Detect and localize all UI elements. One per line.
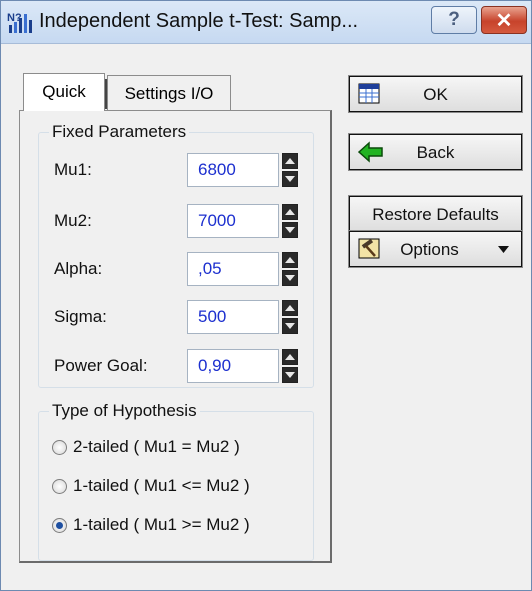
close-icon: ✕	[495, 9, 513, 32]
sigma-spinner[interactable]	[282, 300, 298, 334]
spin-down-icon[interactable]	[282, 222, 298, 238]
power-goal-spinner[interactable]	[282, 349, 298, 383]
restore-defaults-button[interactable]: Restore Defaults	[348, 195, 523, 233]
radio-two-tailed-label: 2-tailed ( Mu1 = Mu2 )	[73, 437, 240, 456]
title-bar[interactable]: N? Independent Sample t-Test: Samp... ? …	[1, 1, 531, 44]
help-icon: ?	[448, 9, 460, 30]
window-title: Independent Sample t-Test: Samp...	[39, 10, 359, 32]
tab-settings-io-label: Settings I/O	[124, 84, 214, 103]
radio-button[interactable]	[52, 439, 67, 455]
radio-two-tailed[interactable]: 2-tailed ( Mu1 = Mu2 )	[52, 436, 240, 458]
power-goal-label: Power Goal:	[54, 356, 148, 375]
spin-up-icon[interactable]	[282, 349, 298, 365]
alpha-label: Alpha:	[54, 259, 103, 278]
ok-button[interactable]: OK	[348, 75, 523, 113]
tab-quick[interactable]: Quick	[23, 73, 105, 111]
spin-down-icon[interactable]	[282, 270, 298, 286]
tab-separator	[105, 79, 107, 109]
fixed-parameters-title: Fixed Parameters	[49, 122, 190, 142]
spin-up-icon[interactable]	[282, 204, 298, 220]
spin-up-icon[interactable]	[282, 252, 298, 268]
radio-selected-dot	[56, 521, 63, 529]
mu2-field[interactable]: 7000	[187, 204, 279, 238]
spin-down-icon[interactable]	[282, 367, 298, 383]
app-icon: N?	[7, 12, 32, 33]
hypothesis-title: Type of Hypothesis	[49, 401, 200, 421]
options-label: Options	[400, 240, 459, 259]
tab-quick-label: Quick	[42, 82, 86, 101]
hypothesis-group: Type of Hypothesis 2-tailed ( Mu1 = Mu2 …	[38, 401, 314, 561]
options-button[interactable]: Options	[348, 230, 523, 268]
power-goal-field[interactable]: 0,90	[187, 349, 279, 383]
back-label: Back	[416, 143, 455, 162]
sigma-label: Sigma:	[54, 307, 107, 326]
fixed-parameters-group: Fixed Parameters Mu1: 6800 Mu2: 7000 Alp…	[38, 122, 314, 388]
sigma-field[interactable]: 500	[187, 300, 279, 334]
close-button[interactable]: ✕	[481, 6, 527, 34]
radio-one-tailed-ge-label: 1-tailed ( Mu1 >= Mu2 )	[73, 515, 250, 534]
quick-tab-panel: Fixed Parameters Mu1: 6800 Mu2: 7000 Alp…	[19, 110, 332, 563]
spin-down-icon[interactable]	[282, 318, 298, 334]
dropdown-arrow-icon	[498, 246, 509, 253]
spin-down-icon[interactable]	[282, 171, 298, 187]
restore-defaults-label: Restore Defaults	[372, 205, 499, 224]
dialog-window: N? Independent Sample t-Test: Samp... ? …	[0, 0, 532, 591]
radio-one-tailed-ge[interactable]: 1-tailed ( Mu1 >= Mu2 )	[52, 514, 250, 536]
radio-button[interactable]	[52, 478, 67, 494]
tab-settings-io[interactable]: Settings I/O	[107, 75, 231, 111]
spin-up-icon[interactable]	[282, 153, 298, 169]
radio-one-tailed-le[interactable]: 1-tailed ( Mu1 <= Mu2 )	[52, 475, 250, 497]
radio-one-tailed-le-label: 1-tailed ( Mu1 <= Mu2 )	[73, 476, 250, 495]
radio-button-selected[interactable]	[52, 517, 67, 533]
mu1-label: Mu1:	[54, 160, 92, 179]
back-button[interactable]: Back	[348, 133, 523, 171]
ok-label: OK	[423, 85, 448, 104]
spin-up-icon[interactable]	[282, 300, 298, 316]
mu1-spinner[interactable]	[282, 153, 298, 187]
alpha-field[interactable]: ,05	[187, 252, 279, 286]
mu2-label: Mu2:	[54, 211, 92, 230]
mu1-field[interactable]: 6800	[187, 153, 279, 187]
help-button[interactable]: ?	[431, 6, 477, 34]
mu2-spinner[interactable]	[282, 204, 298, 238]
alpha-spinner[interactable]	[282, 252, 298, 286]
